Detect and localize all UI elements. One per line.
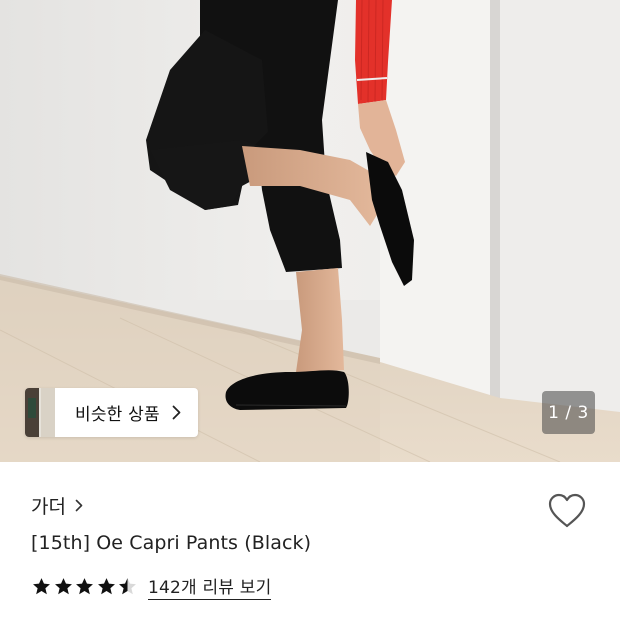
star-half-icon — [119, 578, 137, 595]
similar-products-button[interactable]: 비슷한 상품 — [25, 388, 198, 437]
star-icon — [76, 578, 94, 595]
star-icon — [97, 578, 115, 595]
review-link[interactable]: 142개 리뷰 보기 — [147, 573, 272, 600]
brand-name: 가더 — [31, 496, 66, 518]
brand-link[interactable]: 가더 — [31, 492, 83, 519]
product-title: [15th] Oe Capri Pants (Black) — [31, 532, 312, 554]
similar-product-thumbnail — [25, 388, 55, 437]
star-icon — [33, 578, 50, 595]
star-rating — [32, 577, 140, 596]
rating-row: 142개 리뷰 보기 — [32, 573, 272, 600]
product-page: 비슷한 상품 1 / 3 가더 [15th] Oe Capri Pants (B… — [0, 0, 620, 620]
wishlist-button[interactable] — [547, 492, 587, 530]
chevron-right-icon — [172, 405, 181, 420]
product-image[interactable]: 비슷한 상품 1 / 3 — [0, 0, 620, 462]
star-icon — [54, 578, 72, 595]
image-counter: 1 / 3 — [542, 391, 595, 434]
chevron-right-icon — [75, 499, 83, 512]
similar-products-label: 비슷한 상품 — [75, 405, 160, 425]
heart-outline-icon — [548, 493, 586, 528]
